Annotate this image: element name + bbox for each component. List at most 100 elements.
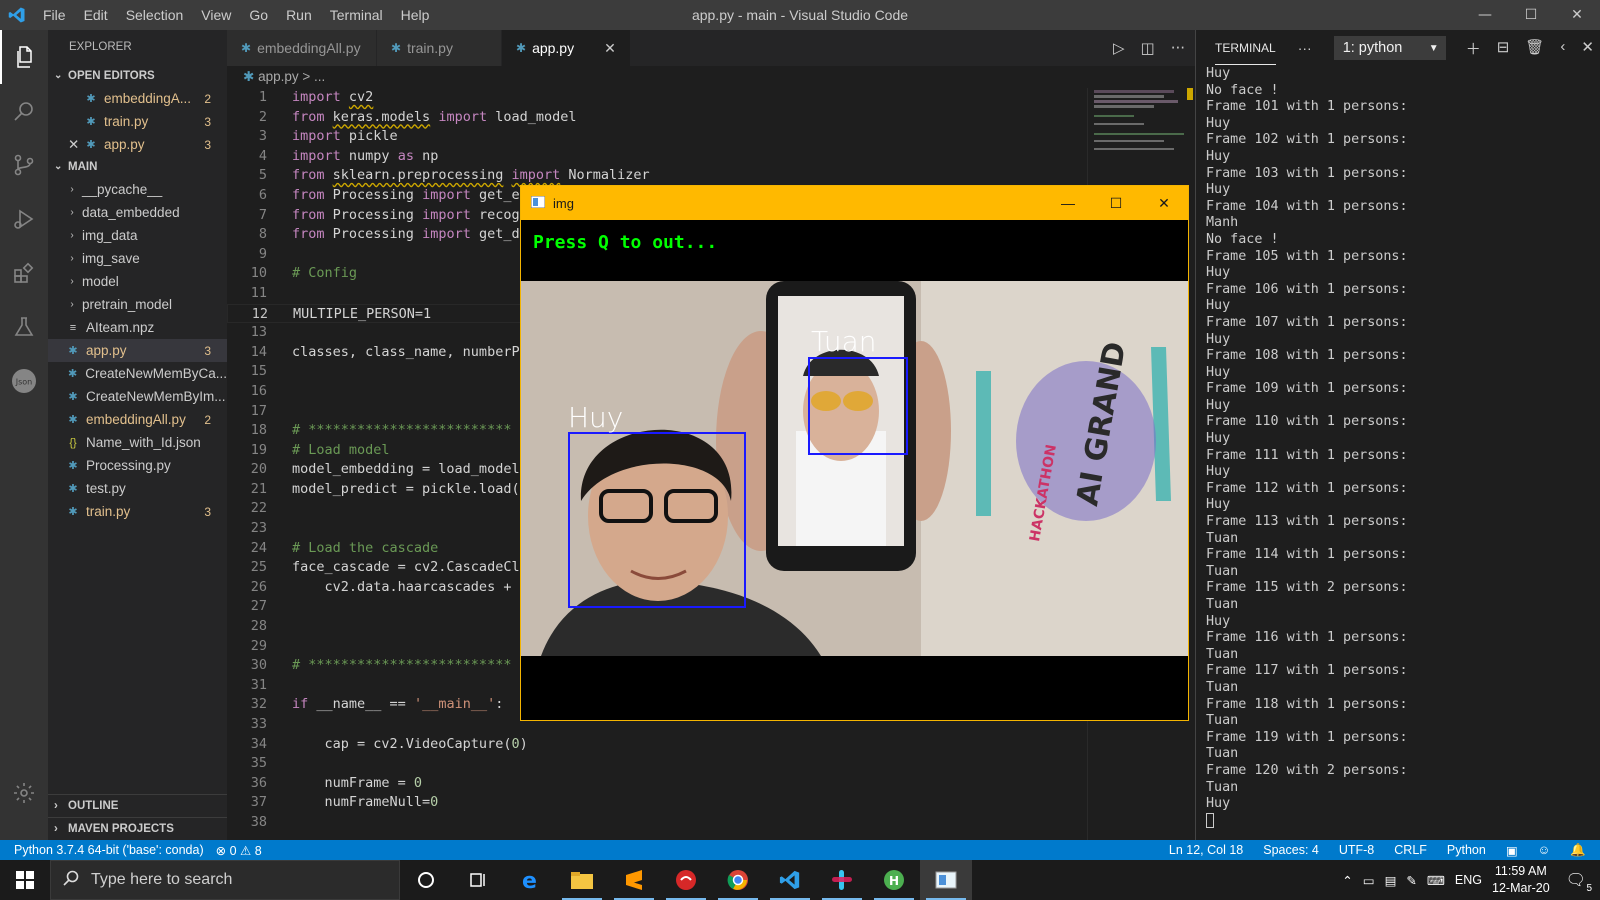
minimize-button[interactable]: — bbox=[1462, 0, 1508, 30]
sublime-text-icon[interactable] bbox=[608, 860, 660, 900]
img-close-button[interactable]: ✕ bbox=[1140, 186, 1188, 220]
img-minimize-button[interactable]: — bbox=[1044, 186, 1092, 220]
feedback-icon[interactable]: ☺ bbox=[1538, 843, 1551, 857]
kill-terminal-icon[interactable]: 🗑 bbox=[1525, 38, 1544, 59]
folder-item[interactable]: › __pycache__ bbox=[48, 178, 227, 201]
cortana-icon[interactable] bbox=[400, 860, 452, 900]
settings-gear-icon[interactable] bbox=[0, 766, 48, 820]
vscode-taskbar-icon[interactable] bbox=[764, 860, 816, 900]
input-language[interactable]: ENG bbox=[1455, 873, 1482, 887]
img-window[interactable]: img — ☐ ✕ Press Q to out... AI GRAND HAC… bbox=[520, 185, 1189, 721]
terminal-output[interactable]: Huy No face ! Frame 101 with 1 persons: Huy… bbox=[1196, 66, 1600, 829]
folder-item[interactable]: › img_save bbox=[48, 247, 227, 270]
file-item[interactable]: ✱ Processing.py bbox=[48, 454, 227, 477]
indentation[interactable]: Spaces: 4 bbox=[1263, 843, 1319, 857]
menu-selection[interactable]: Selection bbox=[117, 7, 193, 23]
menu-view[interactable]: View bbox=[192, 7, 240, 23]
open-editors-section[interactable]: ⌄ OPEN EDITORS bbox=[48, 65, 227, 87]
folder-item[interactable]: › pretrain_model bbox=[48, 293, 227, 316]
taskbar-search[interactable]: Type here to search bbox=[50, 860, 400, 900]
file-item[interactable]: ≡ AIteam.npz bbox=[48, 316, 227, 339]
end-of-line[interactable]: CRLF bbox=[1394, 843, 1427, 857]
menu-go[interactable]: Go bbox=[240, 7, 277, 23]
extensions-icon[interactable] bbox=[0, 246, 48, 300]
encoding[interactable]: UTF-8 bbox=[1339, 843, 1374, 857]
terminal-select[interactable]: 1: python ▼ bbox=[1333, 36, 1446, 60]
hkt-app-icon[interactable]: H bbox=[868, 860, 920, 900]
open-editor-item-active[interactable]: ✕ ✱ app.py 3 bbox=[48, 133, 227, 156]
pen-icon[interactable]: ✎ bbox=[1406, 873, 1416, 888]
python-window-icon[interactable] bbox=[920, 860, 972, 900]
menu-help[interactable]: Help bbox=[392, 7, 439, 23]
folder-label: MAIN bbox=[68, 161, 98, 173]
windows-start-icon[interactable] bbox=[0, 860, 50, 900]
img-maximize-button[interactable]: ☐ bbox=[1092, 186, 1140, 220]
tray-app-icon[interactable]: ▤ bbox=[1385, 873, 1397, 888]
notifications-bell-icon[interactable]: 🔔 bbox=[1570, 843, 1586, 858]
explorer-icon[interactable] bbox=[0, 30, 48, 84]
tab-terminal[interactable]: TERMINAL bbox=[1215, 32, 1276, 65]
close-editor-icon[interactable]: ✕ bbox=[68, 137, 82, 153]
tab-embeddingall[interactable]: ✱ embeddingAll.py bbox=[227, 30, 377, 66]
tab-app-active[interactable]: ✱ app.py ✕ bbox=[502, 30, 631, 66]
new-terminal-icon[interactable]: ＋ bbox=[1466, 38, 1481, 59]
edge-browser-icon[interactable]: e bbox=[504, 860, 556, 900]
language-mode[interactable]: Python bbox=[1447, 843, 1486, 857]
maximize-button[interactable]: ☐ bbox=[1508, 0, 1554, 30]
file-item[interactable]: {} Name_with_Id.json bbox=[48, 431, 227, 454]
line-number: 12 bbox=[251, 305, 268, 322]
menu-edit[interactable]: Edit bbox=[75, 7, 117, 23]
search-icon[interactable] bbox=[0, 84, 48, 138]
menu-file[interactable]: File bbox=[34, 7, 75, 23]
file-item[interactable]: ✱ CreateNewMemByIm... bbox=[48, 385, 227, 408]
file-item[interactable]: ✱ test.py bbox=[48, 477, 227, 500]
maven-section[interactable]: › MAVEN PROJECTS bbox=[48, 817, 227, 840]
folder-section-main[interactable]: ⌄ MAIN bbox=[48, 156, 227, 178]
menu-run[interactable]: Run bbox=[277, 7, 321, 23]
open-editor-item[interactable]: ✱ train.py 3 bbox=[48, 110, 227, 133]
close-button[interactable]: ✕ bbox=[1554, 0, 1600, 30]
folder-item[interactable]: › data_embedded bbox=[48, 201, 227, 224]
garena-icon[interactable] bbox=[660, 860, 712, 900]
file-item[interactable]: ✱ train.py 3 bbox=[48, 500, 227, 523]
tab-close-icon[interactable]: ✕ bbox=[574, 40, 616, 57]
python-interpreter[interactable]: Python 3.7.4 64-bit ('base': conda) bbox=[14, 843, 204, 858]
slack-icon[interactable] bbox=[816, 860, 868, 900]
clock[interactable]: 11:59 AM 12-Mar-20 bbox=[1492, 863, 1550, 897]
cursor-position[interactable]: Ln 12, Col 18 bbox=[1169, 843, 1243, 857]
source-control-icon[interactable] bbox=[0, 138, 48, 192]
img-window-titlebar[interactable]: img — ☐ ✕ bbox=[521, 186, 1188, 220]
battery-icon[interactable]: ▭ bbox=[1363, 873, 1375, 888]
file-explorer-icon[interactable] bbox=[556, 860, 608, 900]
close-panel-icon[interactable]: ✕ bbox=[1581, 38, 1594, 59]
terminal-line: Huy bbox=[1206, 182, 1231, 198]
split-editor-icon[interactable]: ◫ bbox=[1141, 39, 1155, 57]
task-view-icon[interactable] bbox=[452, 860, 504, 900]
menu-terminal[interactable]: Terminal bbox=[321, 7, 392, 23]
notification-center-icon[interactable]: 🗨 5 bbox=[1560, 870, 1592, 894]
panel-more-icon[interactable]: ··· bbox=[1298, 40, 1312, 56]
terminal-status-icon[interactable]: ▣ bbox=[1506, 843, 1518, 858]
file-item[interactable]: ✱ embeddingAll.py 2 bbox=[48, 408, 227, 431]
run-file-icon[interactable]: ▷ bbox=[1113, 39, 1125, 57]
open-editor-item[interactable]: ✱ embeddingA... 2 bbox=[48, 87, 227, 110]
split-terminal-icon[interactable]: ⊟ bbox=[1497, 38, 1510, 59]
show-hidden-icons-icon[interactable]: ⌃ bbox=[1342, 873, 1352, 888]
json-extension-icon[interactable]: Json bbox=[0, 354, 48, 408]
file-item[interactable]: ✱ CreateNewMemByCa... bbox=[48, 362, 227, 385]
breadcrumb-rest[interactable]: > ... bbox=[302, 69, 325, 84]
run-debug-icon[interactable] bbox=[0, 192, 48, 246]
chevron-left-icon[interactable]: ‹ bbox=[1560, 38, 1565, 59]
problems-indicator[interactable]: ⊗ 0 ⚠ 8 bbox=[216, 843, 262, 858]
line-number: 23 bbox=[250, 520, 267, 537]
more-actions-icon[interactable]: ··· bbox=[1171, 39, 1185, 57]
folder-item[interactable]: › model bbox=[48, 270, 227, 293]
breadcrumb-file[interactable]: app.py bbox=[258, 69, 299, 84]
testing-flask-icon[interactable] bbox=[0, 300, 48, 354]
file-item-selected[interactable]: ✱ app.py 3 bbox=[48, 339, 227, 362]
outline-section[interactable]: › OUTLINE bbox=[48, 794, 227, 817]
tab-train[interactable]: ✱ train.py bbox=[377, 30, 502, 66]
chrome-icon[interactable] bbox=[712, 860, 764, 900]
keyboard-icon[interactable]: ⌨ bbox=[1427, 873, 1445, 888]
folder-item[interactable]: › img_data bbox=[48, 224, 227, 247]
